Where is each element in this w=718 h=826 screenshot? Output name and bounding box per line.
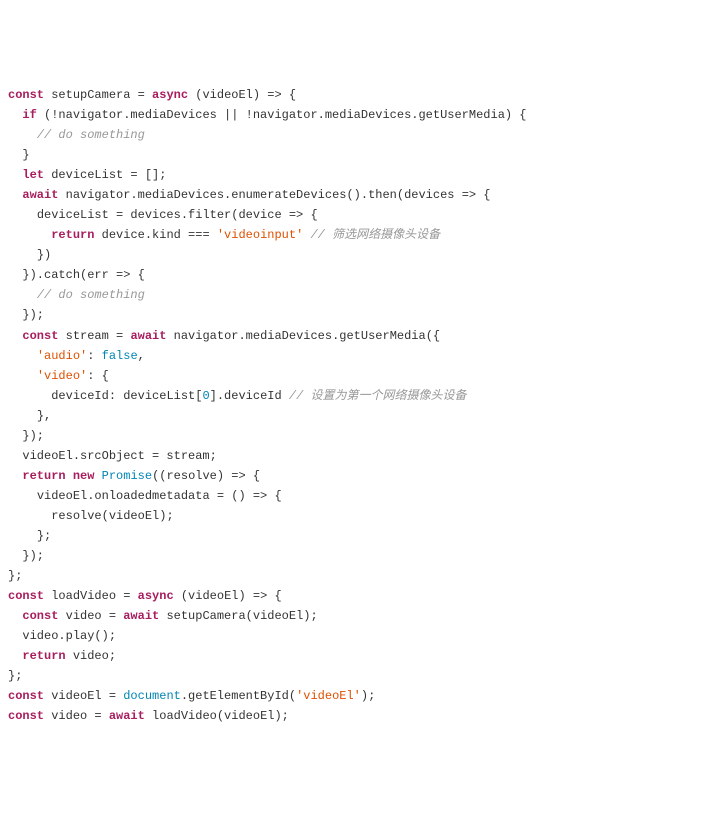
- code-line: 'audio': false,: [8, 346, 710, 366]
- code-line: };: [8, 526, 710, 546]
- code-line: deviceList = devices.filter(device => {: [8, 205, 710, 225]
- code-line: videoEl.onloadedmetadata = () => {: [8, 486, 710, 506]
- code-line: return new Promise((resolve) => {: [8, 466, 710, 486]
- code-line: };: [8, 666, 710, 686]
- code-line: return video;: [8, 646, 710, 666]
- code-line: });: [8, 546, 710, 566]
- code-line: videoEl.srcObject = stream;: [8, 446, 710, 466]
- code-line: }: [8, 145, 710, 165]
- code-line: },: [8, 406, 710, 426]
- code-line: const videoEl = document.getElementById(…: [8, 686, 710, 706]
- code-line: }).catch(err => {: [8, 265, 710, 285]
- code-line: await navigator.mediaDevices.enumerateDe…: [8, 185, 710, 205]
- code-line: // do something: [8, 125, 710, 145]
- code-line: const video = await loadVideo(videoEl);: [8, 706, 710, 726]
- code-line: });: [8, 305, 710, 325]
- code-line: resolve(videoEl);: [8, 506, 710, 526]
- code-line: const loadVideo = async (videoEl) => {: [8, 586, 710, 606]
- code-line: if (!navigator.mediaDevices || !navigato…: [8, 105, 710, 125]
- code-line: const setupCamera = async (videoEl) => {: [8, 85, 710, 105]
- code-line: });: [8, 426, 710, 446]
- code-line: video.play();: [8, 626, 710, 646]
- code-line: 'video': {: [8, 366, 710, 386]
- code-line: return device.kind === 'videoinput' // 筛…: [8, 225, 710, 245]
- code-line: const stream = await navigator.mediaDevi…: [8, 326, 710, 346]
- code-block: const setupCamera = async (videoEl) => {…: [8, 85, 710, 726]
- code-line: deviceId: deviceList[0].deviceId // 设置为第…: [8, 386, 710, 406]
- code-line: }): [8, 245, 710, 265]
- code-line: };: [8, 566, 710, 586]
- code-line: const video = await setupCamera(videoEl)…: [8, 606, 710, 626]
- code-line: let deviceList = [];: [8, 165, 710, 185]
- code-line: // do something: [8, 285, 710, 305]
